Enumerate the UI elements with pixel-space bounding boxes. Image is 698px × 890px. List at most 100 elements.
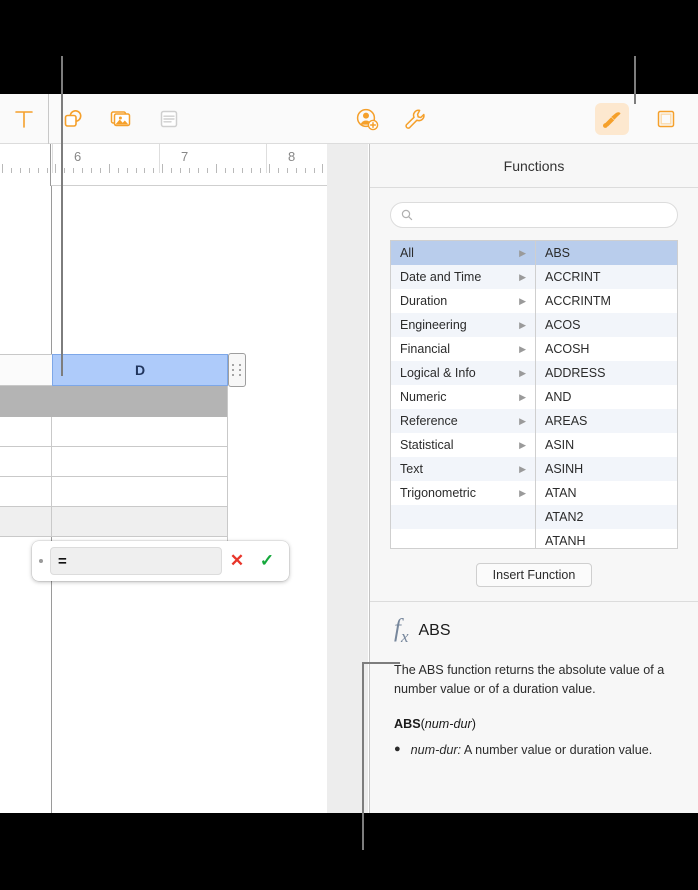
row-header-cell: [0, 354, 52, 386]
chevron-right-icon: ▶: [519, 295, 526, 306]
drag-dots-icon: [232, 364, 242, 376]
insert-function-container: Insert Function: [370, 563, 698, 587]
chevron-right-icon: ▶: [519, 343, 526, 354]
paintbrush-icon: [603, 111, 621, 128]
list-item-label: Statistical: [400, 438, 454, 452]
list-item-label: Numeric: [400, 390, 447, 404]
category-list-item[interactable]: Financial ▶: [391, 337, 535, 361]
function-detail-name: ABS: [418, 621, 451, 639]
function-signature: ABS(num-dur): [394, 717, 676, 731]
ruler-left-margin: [0, 144, 51, 186]
category-list-item[interactable]: Statistical ▶: [391, 433, 535, 457]
list-item-label: ATAN2: [545, 510, 584, 524]
chevron-right-icon: ▶: [519, 247, 526, 258]
signature-close: ): [471, 716, 476, 731]
list-item-label: All: [400, 246, 414, 260]
chevron-right-icon: ▶: [519, 439, 526, 450]
insert-function-button[interactable]: Insert Function: [475, 563, 593, 587]
formula-editor[interactable]: = ✕ ✓: [32, 541, 289, 581]
function-browser: All ▶ Date and Time ▶ Duration ▶ Engineering ▶ F…: [390, 240, 678, 549]
category-list-item[interactable]: Engineering ▶: [391, 313, 535, 337]
category-list-item[interactable]: Duration ▶: [391, 289, 535, 313]
ruler[interactable]: 6 7 8: [0, 144, 368, 186]
formula-cancel-button[interactable]: ✕: [222, 551, 252, 571]
chevron-right-icon: ▶: [519, 463, 526, 474]
fx-icon: fx: [394, 615, 409, 646]
search-field[interactable]: [390, 202, 678, 228]
panel-title: Functions: [370, 144, 698, 188]
formula-input[interactable]: =: [50, 547, 222, 575]
function-list-item[interactable]: AREAS: [536, 409, 677, 433]
list-item-label: AND: [545, 390, 572, 404]
table-row[interactable]: [0, 447, 228, 477]
category-list-item[interactable]: Reference ▶: [391, 409, 535, 433]
category-list-item[interactable]: Trigonometric ▶: [391, 481, 535, 505]
screenshot-root: 6 7 8 D = ✕ ✓ Functions All ▶ Date and T…: [0, 0, 698, 890]
category-list[interactable]: All ▶ Date and Time ▶ Duration ▶ Engineering ▶ F…: [391, 241, 536, 548]
function-list-item[interactable]: ACCRINT: [536, 265, 677, 289]
list-item-label: ASINH: [545, 462, 584, 476]
media-tool-button[interactable]: [97, 94, 145, 144]
column-header-d[interactable]: D: [52, 354, 228, 386]
list-item-label: ACCRINTM: [545, 294, 611, 308]
callout-line-toolbar-left: [61, 56, 63, 376]
function-list-item[interactable]: ABS: [536, 241, 677, 265]
selected-table-row[interactable]: [0, 386, 228, 417]
list-item-label: Trigonometric: [400, 486, 476, 500]
argument-description: A number value or duration value.: [463, 742, 653, 757]
function-list-item[interactable]: AND: [536, 385, 677, 409]
list-item-label: ASIN: [545, 438, 575, 452]
category-list-item[interactable]: Text ▶: [391, 457, 535, 481]
ruler-number: 7: [181, 149, 189, 164]
search-input[interactable]: [419, 208, 667, 222]
argument-text: num-dur: A number value or duration valu…: [411, 741, 653, 760]
function-list-item[interactable]: ACOSH: [536, 337, 677, 361]
table-tool-button[interactable]: [145, 94, 193, 144]
function-list-item[interactable]: ATAN: [536, 481, 677, 505]
function-list[interactable]: ABS ACCRINT ACCRINTM ACOS ACOSH ADDRESS AND ARE…: [536, 241, 677, 548]
chevron-right-icon: ▶: [519, 415, 526, 426]
category-list-item[interactable]: All ▶: [391, 241, 535, 265]
category-list-item[interactable]: Logical & Info ▶: [391, 361, 535, 385]
list-item-label: Reference: [400, 414, 458, 428]
table-icon: [160, 110, 178, 127]
signature-name: ABS: [394, 716, 421, 731]
ruler-number: 8: [288, 149, 296, 164]
media-image-icon: [110, 110, 131, 126]
chevron-right-icon: ▶: [519, 391, 526, 402]
document-canvas[interactable]: D = ✕ ✓: [0, 186, 368, 813]
text-T-icon: [15, 110, 33, 128]
shape-tool-button[interactable]: [49, 94, 97, 144]
document-icon: [657, 110, 675, 127]
function-list-item[interactable]: ASIN: [536, 433, 677, 457]
list-item-label: Logical & Info: [400, 366, 476, 380]
tools-tool-button[interactable]: [391, 94, 439, 144]
list-item-label: Engineering: [400, 318, 467, 332]
function-list-item[interactable]: ACOS: [536, 313, 677, 337]
list-item-label: Date and Time: [400, 270, 482, 284]
document-tool-button[interactable]: [642, 94, 690, 144]
format-tool-button[interactable]: [588, 94, 636, 144]
toolbar: [0, 94, 698, 144]
function-list-item[interactable]: ATAN2: [536, 505, 677, 529]
function-list-item[interactable]: ATANH: [536, 529, 677, 548]
table-row[interactable]: [0, 507, 228, 537]
text-tool-button[interactable]: [0, 94, 48, 144]
collaborate-tool-button[interactable]: [343, 94, 391, 144]
column-drag-handle[interactable]: [228, 353, 246, 387]
bullet-icon: ●: [394, 742, 401, 755]
list-item-label: ABS: [545, 246, 571, 260]
shape-icon: [64, 109, 82, 127]
function-list-item[interactable]: ADDRESS: [536, 361, 677, 385]
search-container: [370, 188, 698, 240]
chevron-right-icon: ▶: [519, 271, 526, 282]
category-list-item[interactable]: Numeric ▶: [391, 385, 535, 409]
function-list-item[interactable]: ACCRINTM: [536, 289, 677, 313]
category-list-item[interactable]: Date and Time ▶: [391, 265, 535, 289]
chevron-right-icon: ▶: [519, 487, 526, 498]
add-person-icon: [356, 108, 379, 130]
function-list-item[interactable]: ASINH: [536, 457, 677, 481]
formula-accept-button[interactable]: ✓: [252, 551, 282, 571]
table-row[interactable]: [0, 477, 228, 507]
table-row[interactable]: [0, 417, 228, 447]
